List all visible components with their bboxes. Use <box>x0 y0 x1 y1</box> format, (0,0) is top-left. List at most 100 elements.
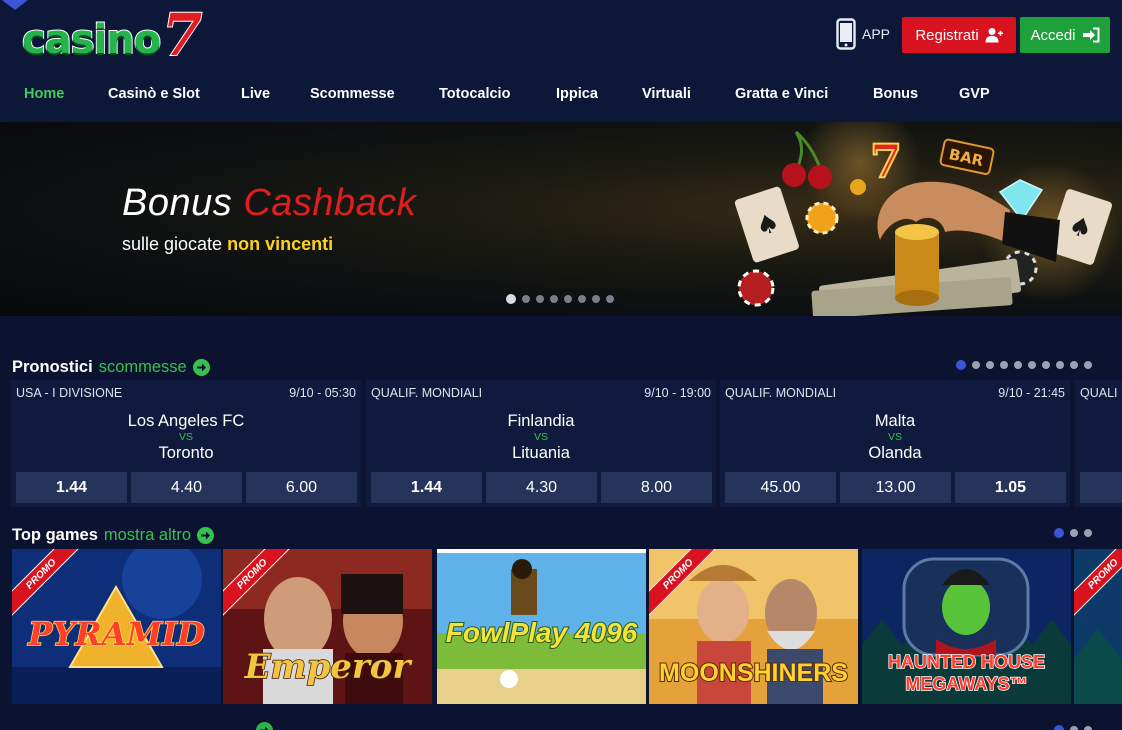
hero-carousel-dots <box>506 294 614 304</box>
game-title: HAUNTED HOUSE MEGAWAYS™ <box>887 651 1046 695</box>
odd-button-home[interactable]: 1.44 <box>16 472 127 503</box>
match-card: QUALIF. MONDIALI 9/10 - 21:45 Malta VS O… <box>720 380 1070 507</box>
carousel-dot[interactable] <box>578 295 586 303</box>
home-team: Finlandia <box>507 412 575 430</box>
logo-text: casino <box>21 17 162 63</box>
carousel-dot[interactable] <box>1028 361 1036 369</box>
carousel-dot[interactable] <box>1054 725 1064 730</box>
casino-illustration: 7 BAR ♠ ♠ <box>734 122 1120 316</box>
vs-label: VS <box>533 431 548 443</box>
carousel-dot[interactable] <box>1054 528 1064 538</box>
hero-subtitle-highlight: non vincenti <box>227 234 334 254</box>
predictions-title-accent[interactable]: scommesse <box>99 358 187 377</box>
carousel-dot[interactable] <box>536 295 544 303</box>
match-card: USA - I DIVISIONE 9/10 - 05:30 Los Angel… <box>11 380 361 507</box>
match-datetime: 9/10 - 05:30 <box>289 386 356 400</box>
login-label: Accedi <box>1030 26 1076 44</box>
hero-title-red: Cashback <box>243 182 417 224</box>
register-button[interactable]: Registrati <box>902 17 1016 53</box>
main-nav: Home Casinò e Slot Live Scommesse Totoca… <box>0 86 1122 108</box>
carousel-dot[interactable] <box>1084 726 1092 730</box>
register-label: Registrati <box>915 26 979 44</box>
hero-title-white: Bonus <box>122 182 233 224</box>
home-team: Los Angeles FC <box>127 412 245 430</box>
odd-button-home[interactable] <box>1080 472 1122 503</box>
odd-button-draw[interactable]: 13.00 <box>840 472 951 503</box>
nav-item-gratta-e-vinci[interactable]: Gratta e Vinci <box>735 86 828 102</box>
nav-item-virtuali[interactable]: Virtuali <box>642 86 691 102</box>
odd-button-home[interactable]: 45.00 <box>725 472 836 503</box>
hero-subtitle-plain: sulle giocate <box>122 234 223 254</box>
game-tile-moonshiners[interactable]: PROMO MOONSHINERS <box>649 549 858 704</box>
arrow-right-circle-icon[interactable] <box>192 359 210 376</box>
nav-item-scommesse[interactable]: Scommesse <box>310 86 395 102</box>
casino7-logo[interactable]: casino 7 <box>21 0 210 70</box>
vs-label: VS <box>178 431 193 443</box>
predictions-header: Pronostici scommesse <box>12 358 210 377</box>
away-team: Olanda <box>868 444 922 462</box>
nav-item-gvp[interactable]: GVP <box>959 86 990 102</box>
match-league: QUALI <box>1080 386 1118 400</box>
away-team: Lituania <box>512 444 570 462</box>
next-section-dots <box>1054 725 1092 730</box>
nav-item-ippica[interactable]: Ippica <box>556 86 598 102</box>
match-league: QUALIF. MONDIALI <box>371 386 483 400</box>
carousel-dot[interactable] <box>1084 361 1092 369</box>
vs-label: VS <box>887 431 902 443</box>
game-tile-partial[interactable]: PROMO <box>1074 549 1122 704</box>
site-header: casino 7 APP Registrati Accedi Home Casi… <box>0 0 1122 122</box>
show-more-link[interactable]: mostra altro <box>104 526 191 545</box>
app-download-link[interactable]: APP <box>836 18 890 50</box>
next-section-header-cut <box>12 722 273 730</box>
match-card: QUALIF. MONDIALI 9/10 - 19:00 Finlandia … <box>366 380 716 507</box>
nav-item-bonus[interactable]: Bonus <box>873 86 918 102</box>
carousel-dot[interactable] <box>592 295 600 303</box>
game-tile-fowlplay[interactable]: FowlPlay 4096 <box>437 549 646 704</box>
nav-item-live[interactable]: Live <box>241 86 270 102</box>
carousel-dot[interactable] <box>1070 529 1078 537</box>
top-games-title: Top games <box>12 526 98 544</box>
match-card-partial: QUALI <box>1075 380 1122 507</box>
carousel-dot[interactable] <box>986 361 994 369</box>
match-league: QUALIF. MONDIALI <box>725 386 837 400</box>
odd-button-draw[interactable]: 4.40 <box>131 472 242 503</box>
nav-item-home[interactable]: Home <box>24 86 64 102</box>
carousel-dot[interactable] <box>550 295 558 303</box>
game-tile-pyramid[interactable]: PROMO PYRAMID <box>12 549 221 704</box>
hero-banner[interactable]: Bonus Cashback sulle giocate non vincent… <box>0 122 1122 316</box>
away-team: Toronto <box>158 444 214 462</box>
odd-button-draw[interactable]: 4.30 <box>486 472 597 503</box>
carousel-dot[interactable] <box>1070 726 1078 730</box>
carousel-dot[interactable] <box>1042 361 1050 369</box>
odd-button-home[interactable]: 1.44 <box>371 472 482 503</box>
carousel-dot[interactable] <box>972 361 980 369</box>
carousel-dot[interactable] <box>564 295 572 303</box>
svg-text:7: 7 <box>870 134 902 188</box>
home-team: Malta <box>874 412 916 430</box>
hero-title: Bonus Cashback <box>122 182 416 225</box>
game-title: MOONSHINERS <box>658 658 849 688</box>
nav-item-totocalcio[interactable]: Totocalcio <box>439 86 510 102</box>
nav-item-casino-slot[interactable]: Casinò e Slot <box>108 86 200 102</box>
carousel-dot[interactable] <box>1084 529 1092 537</box>
carousel-dot[interactable] <box>1014 361 1022 369</box>
top-games-header: Top games mostra altro <box>12 526 214 545</box>
odd-button-away[interactable]: 1.05 <box>955 472 1066 503</box>
game-tile-emperor[interactable]: PROMO Emperor <box>223 549 432 704</box>
game-tile-haunted-house[interactable]: HAUNTED HOUSE MEGAWAYS™ <box>862 549 1071 704</box>
carousel-dot[interactable] <box>1000 361 1008 369</box>
carousel-dot[interactable] <box>1070 361 1078 369</box>
predictions-carousel-dots <box>956 360 1092 370</box>
arrow-right-circle-icon[interactable] <box>197 527 214 544</box>
carousel-dot[interactable] <box>506 294 516 304</box>
hero-subtitle: sulle giocate non vincenti <box>122 234 333 255</box>
odd-button-away[interactable]: 8.00 <box>601 472 712 503</box>
carousel-dot[interactable] <box>606 295 614 303</box>
carousel-dot[interactable] <box>956 360 966 370</box>
carousel-dot[interactable] <box>522 295 530 303</box>
login-button[interactable]: Accedi <box>1020 17 1110 53</box>
carousel-dot[interactable] <box>1056 361 1064 369</box>
arrow-right-circle-icon[interactable] <box>256 722 273 730</box>
game-title: PYRAMID <box>28 614 206 654</box>
odd-button-away[interactable]: 6.00 <box>246 472 357 503</box>
